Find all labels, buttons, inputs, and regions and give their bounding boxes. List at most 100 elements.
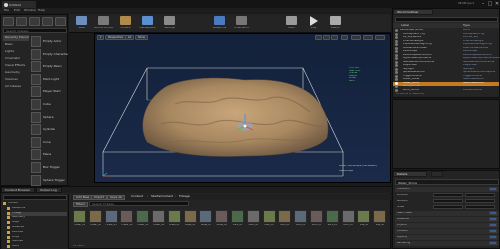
tab-output-log[interactable]: Output Log — [36, 187, 62, 193]
details-value-field[interactable] — [489, 235, 497, 239]
asset-tile[interactable]: Tree_01 — [357, 210, 371, 232]
menu-edit[interactable]: Edit — [14, 9, 20, 12]
import-button[interactable]: Import — [91, 195, 107, 200]
asset-tile[interactable]: Rock_02 — [294, 210, 308, 232]
asset-tile[interactable]: Flower_02 — [88, 210, 102, 232]
column-label[interactable]: Label — [401, 24, 409, 27]
save-all-button[interactable]: Save All — [107, 195, 126, 200]
menu-window[interactable]: Window — [24, 9, 36, 12]
asset-search-input[interactable]: Search Foliage — [89, 201, 189, 206]
perspective-button[interactable]: Perspective — [105, 35, 127, 40]
details-property-row[interactable]: Lighting — [395, 235, 499, 240]
visibility-eye-icon[interactable] — [395, 88, 398, 92]
column-type[interactable]: Type — [463, 24, 470, 27]
geometry-mode-tab[interactable] — [55, 17, 66, 26]
details-value-field[interactable] — [489, 229, 497, 233]
details-value-field[interactable] — [433, 205, 463, 209]
toolbar-button-cinematics[interactable]: Cinematics — [231, 15, 252, 32]
world-local-icon[interactable] — [341, 35, 348, 40]
asset-tile[interactable]: Rock_05 — [341, 210, 355, 232]
mode-category[interactable]: Visual Effects — [3, 63, 29, 69]
details-value-field[interactable] — [465, 199, 495, 203]
details-property-row[interactable]: Location — [395, 193, 499, 198]
maximize-button[interactable]: □ — [487, 1, 493, 7]
details-tab[interactable]: Details — [393, 171, 427, 177]
asset-tile[interactable]: Rock_01 — [278, 210, 292, 232]
level-tab[interactable]: Untitled — [2, 1, 36, 8]
show-button[interactable]: Show — [135, 35, 148, 40]
toolbar-button-source-control[interactable]: Source Control — [93, 15, 114, 32]
tab-content-browser[interactable]: Content Browser — [1, 187, 35, 193]
asset-tile[interactable]: Grass_03 — [199, 210, 213, 232]
mode-category[interactable]: Lights — [3, 49, 29, 55]
rotate-icon[interactable] — [323, 35, 330, 40]
landscape-mode-tab[interactable] — [29, 17, 40, 26]
outliner-search-input[interactable] — [395, 17, 498, 22]
asset-tile[interactable]: Grass_04 — [215, 210, 229, 232]
details-value-field[interactable] — [489, 217, 497, 221]
lit-button[interactable]: Lit — [125, 35, 135, 40]
filters-button[interactable]: Filters — [73, 202, 88, 207]
asset-tile[interactable]: Tree_02 — [373, 210, 387, 232]
paint-mode-tab[interactable] — [16, 17, 27, 26]
breadcrumb-foliage[interactable]: Foliage — [179, 195, 190, 198]
grid-snap-button[interactable] — [351, 35, 361, 40]
folder-tree-item[interactable]: Audio — [7, 245, 67, 249]
asset-tile[interactable]: Flower_04 — [120, 210, 134, 232]
details-property-row[interactable]: Collision — [395, 229, 499, 234]
details-value-field[interactable] — [433, 199, 463, 203]
details-value-field[interactable] — [433, 193, 463, 197]
details-value-field[interactable] — [489, 211, 497, 215]
details-value-field[interactable] — [465, 193, 495, 197]
menu-help[interactable]: Help — [38, 9, 45, 12]
menu-file[interactable]: File — [4, 9, 9, 12]
breadcrumb-content[interactable]: Content — [131, 195, 143, 198]
rotation-snap-button[interactable] — [363, 35, 373, 40]
details-property-row[interactable]: Materials — [395, 217, 499, 222]
details-value-field[interactable] — [489, 241, 497, 245]
level-viewport[interactable]: ▾ Perspective Lit Show FPS: 60 Stat Unit… — [94, 33, 391, 183]
details-value-field[interactable] — [489, 223, 497, 227]
details-property-row[interactable]: Scale — [395, 205, 499, 210]
folder-search-input[interactable] — [3, 195, 67, 200]
translate-icon[interactable] — [315, 35, 322, 40]
toolbar-button-settings[interactable]: Settings — [159, 15, 180, 32]
maximize-viewport-icon[interactable] — [375, 35, 385, 40]
place-mode-tab[interactable] — [3, 17, 14, 26]
details-property-row[interactable]: Static Mesh — [395, 211, 499, 216]
add-new-button[interactable]: Add New — [73, 195, 93, 200]
asset-tile[interactable]: Flower_06 — [152, 210, 165, 232]
asset-tile[interactable]: Rock_04 — [325, 210, 339, 232]
toolbar-button-launch[interactable]: Launch — [325, 15, 346, 32]
details-value-field[interactable] — [489, 187, 497, 191]
asset-tile[interactable]: Flower_03 — [104, 210, 118, 232]
details-value-field[interactable] — [465, 205, 495, 209]
asset-tile[interactable]: Plant_01 — [231, 210, 244, 232]
mode-category[interactable]: Basic — [3, 42, 29, 48]
viewport-options-button[interactable]: ▾ — [97, 35, 105, 40]
mode-category[interactable]: Geometry — [3, 70, 29, 76]
class-search-input[interactable]: Search Classes — [3, 28, 67, 33]
mode-category[interactable]: All Classes — [3, 84, 29, 90]
toolbar-button-play[interactable]: Play — [303, 15, 324, 32]
foliage-mode-tab[interactable] — [42, 17, 53, 26]
scale-icon[interactable] — [331, 35, 338, 40]
asset-tile[interactable]: Plant_03 — [262, 210, 276, 232]
asset-tile[interactable]: Grass_01 — [167, 210, 181, 232]
mode-category[interactable]: Volumes — [3, 77, 29, 83]
asset-tile[interactable]: Flower_01 — [73, 210, 86, 232]
details-property-row[interactable]: Rendering — [395, 241, 499, 246]
asset-tile[interactable]: Flower_05 — [136, 210, 150, 232]
minimize-button[interactable]: – — [480, 1, 486, 7]
folder-tree-item[interactable]: Maps — [7, 221, 67, 226]
mode-category[interactable]: Recently Placed — [3, 35, 29, 41]
details-property-row[interactable]: Rotation — [395, 199, 499, 204]
outliner-tab[interactable]: World Outliner — [393, 9, 433, 15]
toolbar-button-marketplace[interactable]: Marketplace — [137, 15, 158, 32]
details-property-row[interactable]: Physics — [395, 223, 499, 228]
selected-actor-name[interactable]: Water_Shore — [395, 179, 499, 185]
close-button[interactable]: ✕ — [494, 1, 500, 7]
toolbar-button-content[interactable]: Content — [115, 15, 136, 32]
breadcrumb-starter-content[interactable]: StarterContent — [151, 195, 173, 198]
asset-tile[interactable]: Rock_03 — [310, 210, 323, 232]
